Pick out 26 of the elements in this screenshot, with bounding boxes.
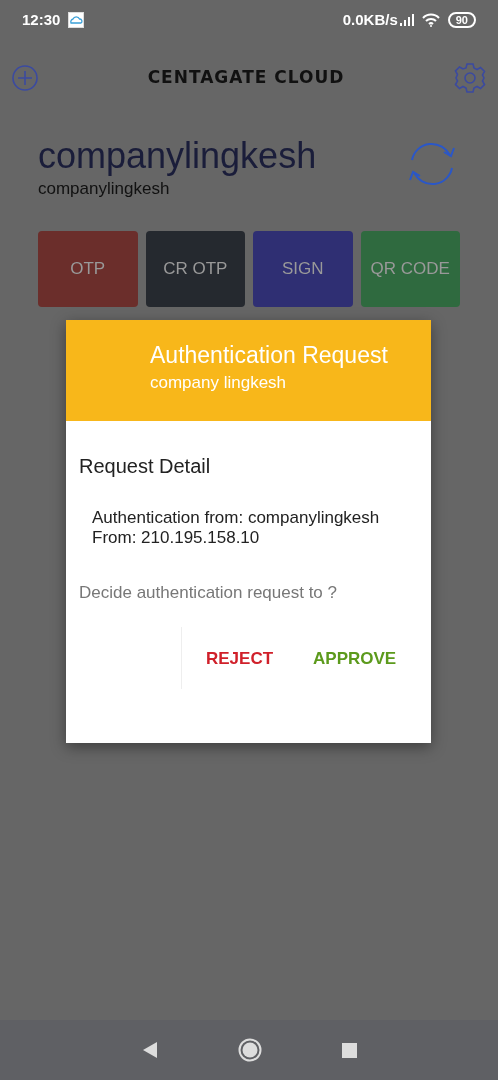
app-logo: CENTAGATE CLOUD [147,66,345,90]
action-button[interactable]: SIGN [253,231,353,308]
dialog-subtitle: company lingkesh [150,371,288,394]
signal-icon [399,14,414,26]
action-button[interactable]: OTP [38,231,138,308]
detail-line: Authentication from: companylingkesh [92,508,381,529]
recents-icon[interactable] [341,1042,357,1058]
prompt-text: Decide authentication request to ? [78,581,338,604]
settings-icon [454,62,486,94]
back-icon[interactable] [141,1041,158,1059]
action-button[interactable]: QR CODE [360,231,460,308]
wifi-icon [421,13,440,27]
status-time: 12:30 [22,9,61,30]
dialog-title: Authentication Request [150,342,389,370]
detail-line: From: 210.195.158.10 [92,528,261,549]
account-subtitle: companylingkesh [38,177,171,200]
section-title: Request Detail [78,454,212,479]
account-name: companylingkesh [38,136,317,176]
cloud-notification-icon [68,12,85,28]
action-button[interactable]: CR OTP [145,231,245,308]
battery-level: 90 [447,12,476,28]
network-speed: 0.0KB/s [342,9,398,30]
add-icon [12,65,38,91]
home-icon[interactable] [237,1038,262,1062]
reject-button[interactable]: REJECT [194,637,286,680]
approve-button[interactable]: APPROVE [301,637,409,680]
